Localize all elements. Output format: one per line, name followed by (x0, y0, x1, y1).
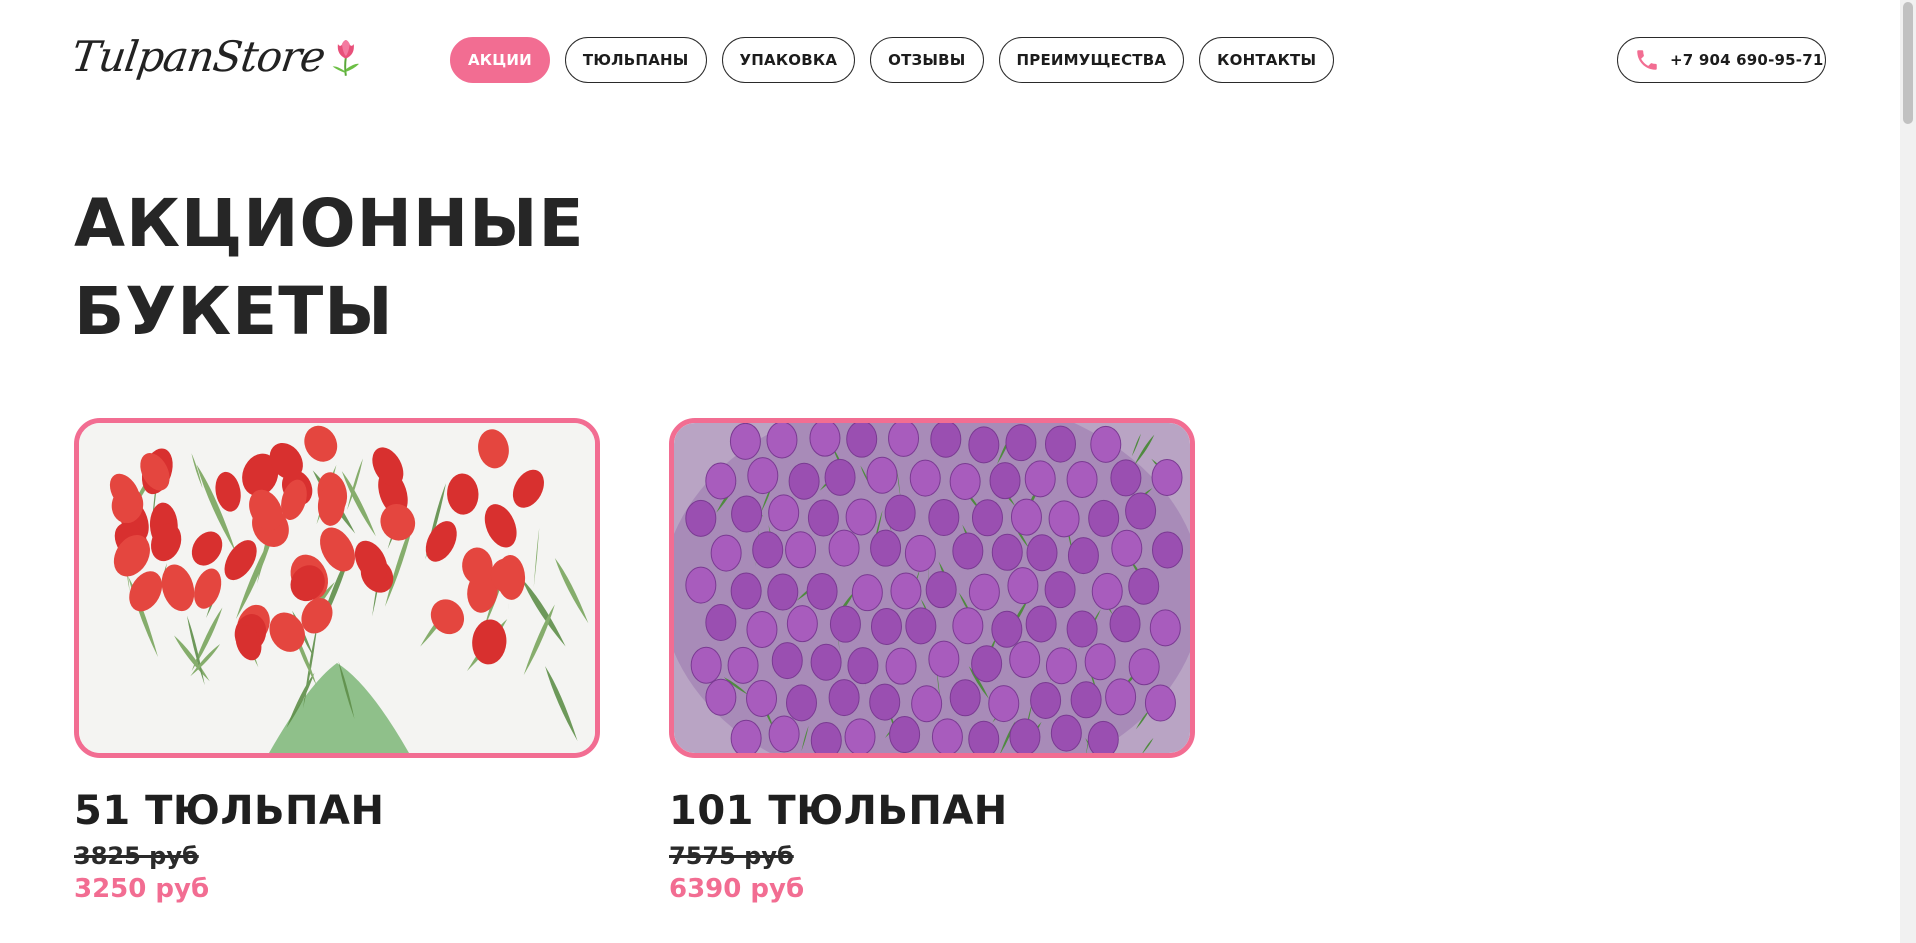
page-title: АКЦИОННЫЕ БУКЕТЫ (74, 180, 674, 356)
phone-icon (1637, 50, 1657, 70)
purple-tulips-image (674, 423, 1190, 753)
page-title-line2: БУКЕТЫ (74, 273, 394, 350)
vertical-scrollbar[interactable] (1900, 0, 1916, 943)
phone-number: +7 904 690-95-71 (1670, 51, 1824, 69)
main-nav: АКЦИИ ТЮЛЬПАНЫ УПАКОВКА ОТЗЫВЫ ПРЕИМУЩЕС… (450, 37, 1335, 83)
nav-item-aktsii[interactable]: АКЦИИ (450, 37, 550, 83)
logo-text: TulpanStore (68, 31, 328, 81)
product-old-price: 3825 руб (74, 842, 199, 870)
nav-item-kontakty[interactable]: КОНТАКТЫ (1199, 37, 1335, 83)
logo[interactable]: TulpanStore (68, 20, 362, 92)
scrollbar-thumb[interactable] (1903, 2, 1913, 124)
site-header: TulpanStore АКЦИИ ТЮЛЬПАНЫ УПАКОВКА ОТЗЫ… (0, 0, 1900, 118)
tulip-logo-icon (332, 40, 360, 76)
product-image-purple-tulips[interactable] (669, 418, 1195, 758)
red-tulips-image (79, 423, 595, 753)
product-new-price: 6390 руб (669, 874, 805, 904)
nav-item-preimushchestva[interactable]: ПРЕИМУЩЕСТВА (998, 37, 1185, 83)
nav-item-upakovka[interactable]: УПАКОВКА (721, 37, 856, 83)
product-card[interactable]: 101 ТЮЛЬПАН 7575 руб 6390 руб (669, 418, 1195, 904)
nav-item-tyulpany[interactable]: ТЮЛЬПАНЫ (564, 37, 707, 83)
product-new-price: 3250 руб (74, 874, 210, 904)
product-image-red-tulips[interactable] (74, 418, 600, 758)
product-old-price: 7575 руб (669, 842, 794, 870)
page-title-line1: АКЦИОННЫЕ (74, 185, 585, 262)
phone-button[interactable]: +7 904 690-95-71 (1617, 37, 1826, 83)
product-card[interactable]: 51 ТЮЛЬПАН 3825 руб 3250 руб (74, 418, 600, 904)
product-name: 101 ТЮЛЬПАН (669, 788, 1008, 834)
product-name: 51 ТЮЛЬПАН (74, 788, 385, 834)
nav-item-otzyvy[interactable]: ОТЗЫВЫ (870, 37, 984, 83)
